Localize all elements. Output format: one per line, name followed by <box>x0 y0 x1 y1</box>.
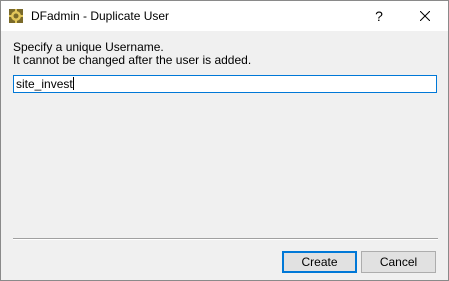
title-bar[interactable]: DFadmin - Duplicate User ? <box>1 1 448 31</box>
button-separator <box>13 238 438 240</box>
duplicate-user-dialog: DFadmin - Duplicate User ? Specify a uni… <box>0 0 449 281</box>
instruction-line-2: It cannot be changed after the user is a… <box>13 53 252 67</box>
window-title: DFadmin - Duplicate User <box>31 9 170 23</box>
cancel-button[interactable]: Cancel <box>361 251 436 273</box>
dfadmin-app-icon <box>9 9 23 23</box>
username-input[interactable]: site_invest <box>13 75 437 93</box>
close-icon <box>420 11 430 21</box>
instruction-text: Specify a unique Username. It cannot be … <box>13 41 251 67</box>
help-button[interactable]: ? <box>356 1 402 31</box>
username-value: site_invest <box>16 77 73 91</box>
create-button[interactable]: Create <box>282 251 357 273</box>
text-caret <box>72 77 74 90</box>
close-button[interactable] <box>402 1 448 31</box>
